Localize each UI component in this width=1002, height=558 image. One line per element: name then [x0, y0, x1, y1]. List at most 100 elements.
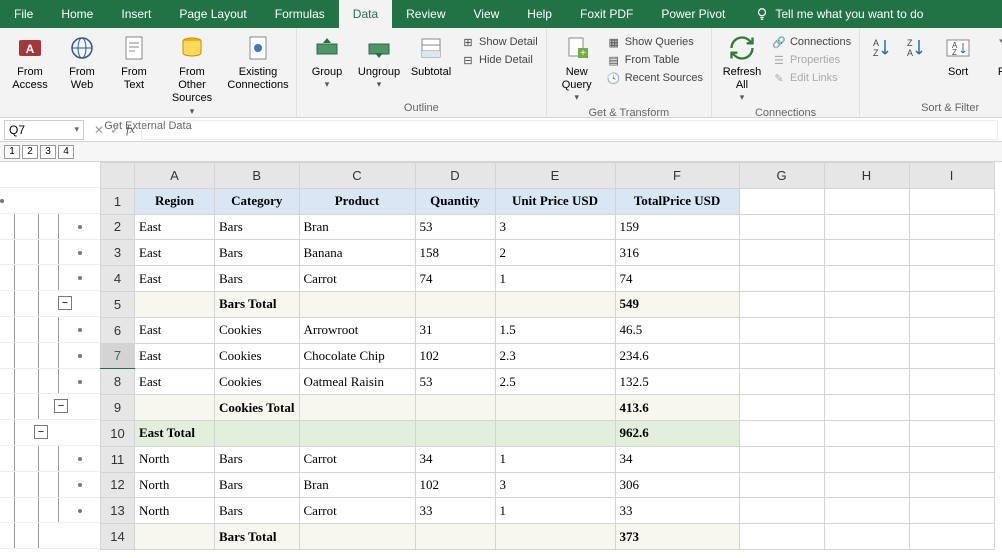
cell[interactable]: Oatmeal Raisin — [299, 369, 415, 395]
cell[interactable] — [824, 291, 909, 317]
cell[interactable] — [909, 291, 994, 317]
column-header[interactable]: H — [824, 163, 909, 189]
cell[interactable]: 34 — [615, 446, 739, 472]
outline-level-2[interactable]: 2 — [22, 145, 38, 159]
tab-file[interactable]: File — [0, 0, 47, 28]
cell[interactable] — [909, 472, 994, 498]
cell[interactable] — [739, 369, 824, 395]
cell[interactable]: Bars — [215, 214, 300, 240]
cell[interactable]: 102 — [415, 472, 495, 498]
outline-toggle[interactable]: − — [34, 425, 48, 439]
tab-data[interactable]: Data — [339, 0, 392, 28]
tab-help[interactable]: Help — [513, 0, 566, 28]
column-header[interactable]: A — [135, 163, 215, 189]
cell[interactable]: Carrot — [299, 446, 415, 472]
subtotal-button[interactable]: Subtotal — [407, 30, 455, 81]
cell[interactable] — [739, 446, 824, 472]
cell[interactable] — [739, 266, 824, 292]
cell[interactable] — [824, 472, 909, 498]
cell[interactable] — [415, 395, 495, 421]
cell[interactable] — [495, 524, 615, 550]
cell[interactable] — [909, 188, 994, 214]
row-header[interactable]: 6 — [101, 317, 135, 343]
cell[interactable]: East — [135, 317, 215, 343]
cell[interactable]: 33 — [615, 498, 739, 524]
from-text-button[interactable]: From Text — [110, 30, 158, 94]
from-access-button[interactable]: A From Access — [6, 30, 54, 94]
cell[interactable] — [495, 291, 615, 317]
cell[interactable]: Bars Total — [215, 291, 300, 317]
cell[interactable]: North — [135, 498, 215, 524]
cell[interactable]: 306 — [615, 472, 739, 498]
edit-links-button[interactable]: ✎Edit Links — [770, 70, 853, 86]
cell[interactable]: East — [135, 266, 215, 292]
outline-level-4[interactable]: 4 — [58, 145, 74, 159]
cell[interactable]: Cookies — [215, 317, 300, 343]
enter-formula-icon[interactable]: ✓ — [110, 123, 120, 137]
cell[interactable] — [135, 291, 215, 317]
tab-page-layout[interactable]: Page Layout — [165, 0, 260, 28]
cell[interactable] — [739, 214, 824, 240]
cell[interactable] — [824, 395, 909, 421]
ungroup-button[interactable]: Ungroup▾ — [355, 30, 403, 92]
row-header[interactable]: 1 — [101, 188, 135, 214]
cell[interactable] — [909, 524, 994, 550]
cell[interactable]: Bars — [215, 240, 300, 266]
cell[interactable] — [909, 317, 994, 343]
cell[interactable] — [824, 188, 909, 214]
cell[interactable]: East Total — [135, 420, 215, 446]
show-queries-button[interactable]: ▦Show Queries — [605, 34, 705, 50]
row-header[interactable]: 4 — [101, 266, 135, 292]
tab-foxit-pdf[interactable]: Foxit PDF — [566, 0, 647, 28]
cell[interactable] — [824, 420, 909, 446]
column-header[interactable]: E — [495, 163, 615, 189]
group-button[interactable]: Group▾ — [303, 30, 351, 92]
row-header[interactable]: 12 — [101, 472, 135, 498]
cell[interactable]: East — [135, 369, 215, 395]
cell[interactable]: Bars — [215, 266, 300, 292]
column-header[interactable]: F — [615, 163, 739, 189]
cell[interactable] — [299, 420, 415, 446]
cell[interactable] — [415, 291, 495, 317]
cell[interactable]: 46.5 — [615, 317, 739, 343]
cell[interactable]: Bars — [215, 472, 300, 498]
cell[interactable] — [909, 446, 994, 472]
cell[interactable]: 413.6 — [615, 395, 739, 421]
show-detail-button[interactable]: ⊞Show Detail — [459, 34, 540, 50]
cell[interactable]: 102 — [415, 343, 495, 369]
cell[interactable]: 3 — [495, 472, 615, 498]
column-title[interactable]: TotalPrice USD — [615, 188, 739, 214]
recent-sources-button[interactable]: 🕓Recent Sources — [605, 70, 705, 86]
outline-toggle[interactable]: − — [54, 399, 68, 413]
tell-me-search[interactable]: Tell me what you want to do — [745, 0, 933, 28]
cell[interactable] — [739, 395, 824, 421]
cell[interactable]: East — [135, 343, 215, 369]
cell[interactable] — [824, 369, 909, 395]
row-header[interactable]: 13 — [101, 498, 135, 524]
cell[interactable]: 31 — [415, 317, 495, 343]
connections-button[interactable]: 🔗Connections — [770, 34, 853, 50]
tab-view[interactable]: View — [460, 0, 514, 28]
cell[interactable]: East — [135, 214, 215, 240]
cell[interactable]: Bars — [215, 498, 300, 524]
filter-button[interactable]: Filter — [986, 30, 1002, 81]
row-header[interactable]: 10 — [101, 420, 135, 446]
cell[interactable]: 2.5 — [495, 369, 615, 395]
cell[interactable] — [909, 395, 994, 421]
column-title[interactable]: Quantity — [415, 188, 495, 214]
tab-formulas[interactable]: Formulas — [261, 0, 339, 28]
cell[interactable] — [415, 420, 495, 446]
column-title[interactable]: Category — [215, 188, 300, 214]
cell[interactable]: Bran — [299, 472, 415, 498]
formula-input[interactable] — [141, 120, 998, 140]
cell[interactable] — [909, 369, 994, 395]
cell[interactable] — [739, 343, 824, 369]
cell[interactable]: Cookies Total — [215, 395, 300, 421]
cell[interactable]: 234.6 — [615, 343, 739, 369]
cell[interactable]: East — [135, 240, 215, 266]
cell[interactable] — [739, 240, 824, 266]
tab-review[interactable]: Review — [392, 0, 459, 28]
column-header[interactable]: C — [299, 163, 415, 189]
cell[interactable] — [299, 395, 415, 421]
cell[interactable] — [824, 446, 909, 472]
